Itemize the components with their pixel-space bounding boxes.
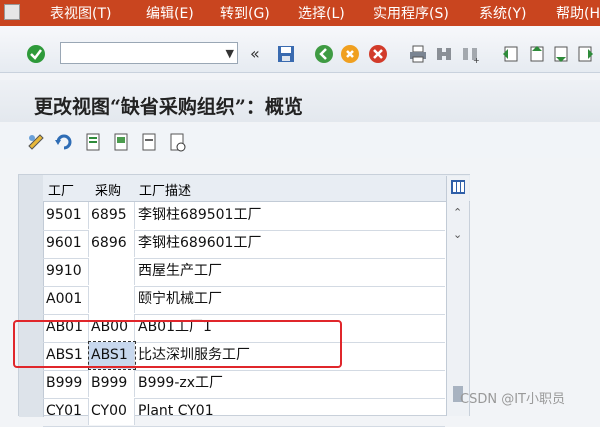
column-settings-icon[interactable]: [450, 179, 466, 195]
menu-goto[interactable]: 转到(G): [220, 3, 270, 23]
find-icon[interactable]: [434, 44, 454, 64]
enter-check-icon[interactable]: [26, 44, 46, 64]
scroll-down-icon[interactable]: ⌄: [453, 228, 462, 241]
page-title: 更改视图“缺省采购组织”：概览: [34, 96, 303, 118]
previous-page-icon[interactable]: [526, 44, 546, 64]
annotation-highlight-box: [13, 320, 342, 368]
collapse-icon[interactable]: «: [250, 44, 260, 63]
table-row: 9910 西屋生产工厂: [43, 258, 445, 287]
table-row: 9601 6896 李钢柱689601工厂: [43, 230, 445, 259]
cell-plant-description: B999-zx工厂: [138, 375, 224, 391]
svg-text:+: +: [473, 56, 480, 64]
cell-purchasing-org[interactable]: 6896: [89, 230, 135, 257]
menu-bar: 表视图(T) 编辑(E) 转到(G) 选择(L) 实用程序(S) 系统(Y) 帮…: [0, 0, 600, 26]
cell-plant: 9910: [43, 258, 89, 285]
undo-icon[interactable]: [54, 132, 74, 152]
vertical-scrollbar[interactable]: ⌃ ⌄: [446, 176, 469, 416]
table-row: A001 颐宁机械工厂: [43, 286, 445, 315]
save-icon[interactable]: [276, 44, 296, 64]
menu-edit[interactable]: 编辑(E): [146, 3, 194, 23]
command-field[interactable]: ▼: [60, 42, 238, 64]
row-selector-column[interactable]: [19, 175, 44, 417]
select-all-icon[interactable]: [168, 132, 188, 152]
table-row: CY01 CY00 Plant CY01: [43, 398, 445, 427]
menu-table-view[interactable]: 表视图(T): [50, 3, 111, 23]
header-purchasing-org[interactable]: 采购: [95, 180, 121, 199]
table-row: 9501 6895 李钢柱689501工厂: [43, 202, 445, 231]
menu-system[interactable]: 系统(Y): [479, 3, 526, 23]
first-page-icon[interactable]: [500, 44, 520, 64]
find-next-icon[interactable]: +: [460, 44, 480, 64]
cell-plant-description: 李钢柱689501工厂: [138, 207, 262, 223]
back-icon[interactable]: [314, 44, 334, 64]
watermark: CSDN @IT小职员: [460, 392, 565, 407]
system-menu-icon[interactable]: [4, 4, 20, 20]
last-page-icon[interactable]: [576, 44, 596, 64]
cell-plant: 9501: [43, 202, 89, 229]
copy-as-icon[interactable]: [112, 132, 132, 152]
next-page-icon[interactable]: [552, 44, 572, 64]
cell-purchasing-org[interactable]: B999: [89, 370, 135, 397]
header-plant[interactable]: 工厂: [48, 180, 74, 199]
menu-help[interactable]: 帮助(H): [556, 3, 600, 23]
cell-purchasing-org[interactable]: [89, 286, 135, 313]
table-row: B999 B999 B999-zx工厂: [43, 370, 445, 399]
cancel-icon[interactable]: [368, 44, 388, 64]
cell-plant-description: Plant CY01: [138, 403, 214, 419]
print-icon[interactable]: [408, 44, 428, 64]
cell-plant: CY01: [43, 398, 89, 425]
cell-plant-description: 西屋生产工厂: [138, 263, 222, 279]
delete-icon[interactable]: [140, 132, 160, 152]
menu-utilities[interactable]: 实用程序(S): [373, 3, 449, 23]
cell-plant: B999: [43, 370, 89, 397]
cell-plant: A001: [43, 286, 89, 313]
table-header: 工厂 采购 工厂描述: [43, 175, 470, 202]
chevron-down-icon[interactable]: ▼: [226, 47, 234, 60]
data-table: 工厂 采购 工厂描述 9501 6895 李钢柱689501工厂 9601 6896 李钢…: [18, 174, 470, 427]
cell-purchasing-org[interactable]: 6895: [89, 202, 135, 229]
display-change-icon[interactable]: [26, 132, 46, 152]
cell-plant-description: 颐宁机械工厂: [138, 291, 222, 307]
menu-select[interactable]: 选择(L): [298, 3, 345, 23]
cell-purchasing-org[interactable]: CY00: [89, 398, 135, 425]
exit-icon[interactable]: [340, 44, 360, 64]
cell-plant-description: 李钢柱689601工厂: [138, 235, 262, 251]
scroll-up-icon[interactable]: ⌃: [453, 206, 462, 219]
header-plant-description[interactable]: 工厂描述: [139, 180, 191, 199]
cell-purchasing-org[interactable]: [89, 258, 135, 285]
cell-plant: 9601: [43, 230, 89, 257]
new-entries-icon[interactable]: [84, 132, 104, 152]
